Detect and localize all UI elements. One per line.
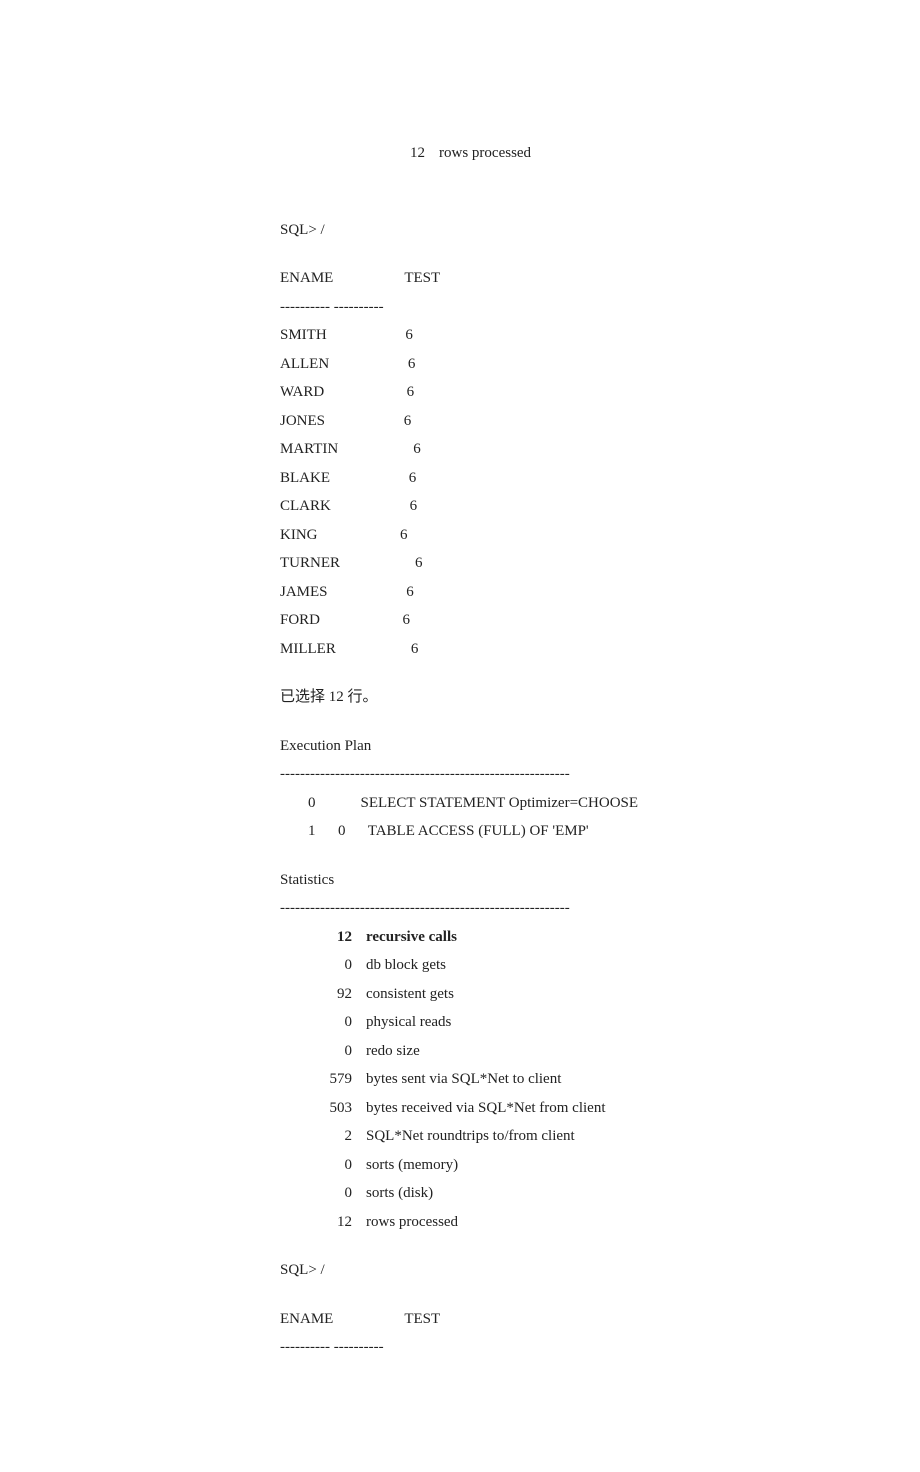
stat-num: 92 bbox=[280, 980, 352, 1009]
table-row: BLAKE 6 bbox=[280, 464, 640, 493]
result-table-2: ENAME TEST ---------- ---------- bbox=[280, 1305, 640, 1362]
col-ename: ENAME bbox=[280, 270, 333, 286]
stat-label: bytes received via SQL*Net from client bbox=[352, 1100, 606, 1116]
stat-label: consistent gets bbox=[352, 986, 454, 1002]
execution-plan-title: Execution Plan bbox=[280, 732, 640, 761]
sql-prompt: SQL> / bbox=[280, 216, 640, 245]
stat-num: 12 bbox=[280, 923, 352, 952]
stat-label: SQL*Net roundtrips to/from client bbox=[352, 1128, 575, 1144]
table-row: KING 6 bbox=[280, 521, 640, 550]
plan-text: TABLE ACCESS (FULL) OF 'EMP' bbox=[368, 823, 589, 839]
page-content: 12rows processed SQL> / ENAME TEST -----… bbox=[0, 0, 920, 1472]
stat-label: redo size bbox=[352, 1043, 420, 1059]
stat-num: 12 bbox=[353, 139, 425, 168]
stat-num: 12 bbox=[280, 1208, 352, 1237]
stat-label: sorts (memory) bbox=[352, 1157, 458, 1173]
stat-num: 503 bbox=[280, 1094, 352, 1123]
table-row: MILLER 6 bbox=[280, 635, 640, 664]
stat-num: 579 bbox=[280, 1065, 352, 1094]
stats-separator: ----------------------------------------… bbox=[280, 894, 640, 923]
stat-label: rows processed bbox=[352, 1214, 458, 1230]
table-row: TURNER 6 bbox=[280, 549, 640, 578]
stat-label: bytes sent via SQL*Net to client bbox=[352, 1071, 561, 1087]
stat-row: 0sorts (disk) bbox=[280, 1179, 640, 1208]
sql-prompt: SQL> / bbox=[280, 1256, 640, 1285]
stat-row: 0sorts (memory) bbox=[280, 1151, 640, 1180]
table-separator: ---------- ---------- bbox=[280, 293, 640, 322]
exec-plan-separator: ----------------------------------------… bbox=[280, 760, 640, 789]
stat-num: 0 bbox=[280, 1008, 352, 1037]
result-table-1: ENAME TEST ---------- ---------- SMITH 6… bbox=[280, 264, 640, 663]
table-separator: ---------- ---------- bbox=[280, 1333, 640, 1362]
plan-text: SELECT STATEMENT Optimizer=CHOOSE bbox=[361, 795, 639, 811]
stat-row: 579bytes sent via SQL*Net to client bbox=[280, 1065, 640, 1094]
stat-label: physical reads bbox=[352, 1014, 451, 1030]
stat-label: recursive calls bbox=[352, 929, 457, 945]
table-row: ALLEN 6 bbox=[280, 350, 640, 379]
table-row: JAMES 6 bbox=[280, 578, 640, 607]
stat-row: 92consistent gets bbox=[280, 980, 640, 1009]
table-header: ENAME TEST bbox=[280, 264, 640, 293]
table-row: MARTIN 6 bbox=[280, 435, 640, 464]
col-test: TEST bbox=[404, 1311, 440, 1327]
statistics-title: Statistics bbox=[280, 866, 640, 895]
stat-row: 12rows processed bbox=[280, 1208, 640, 1237]
table-row: FORD 6 bbox=[280, 606, 640, 635]
stat-row: 0redo size bbox=[280, 1037, 640, 1066]
stat-label: sorts (disk) bbox=[352, 1185, 433, 1201]
rows-selected-msg: 已选择 12 行。 bbox=[280, 683, 640, 712]
exec-plan-row: 1 0 TABLE ACCESS (FULL) OF 'EMP' bbox=[280, 817, 640, 846]
stat-num: 2 bbox=[280, 1122, 352, 1151]
table-row: JONES 6 bbox=[280, 407, 640, 436]
exec-plan-row: 0 SELECT STATEMENT Optimizer=CHOOSE bbox=[280, 789, 640, 818]
stat-row: 12recursive calls bbox=[280, 923, 640, 952]
stat-row: 2SQL*Net roundtrips to/from client bbox=[280, 1122, 640, 1151]
table-header: ENAME TEST bbox=[280, 1305, 640, 1334]
table-row: CLARK 6 bbox=[280, 492, 640, 521]
stat-row: 503bytes received via SQL*Net from clien… bbox=[280, 1094, 640, 1123]
stat-row: 0physical reads bbox=[280, 1008, 640, 1037]
stat-num: 0 bbox=[280, 1037, 352, 1066]
stat-label: rows processed bbox=[425, 145, 531, 161]
stat-label: db block gets bbox=[352, 957, 446, 973]
table-row: SMITH 6 bbox=[280, 321, 640, 350]
col-ename: ENAME bbox=[280, 1311, 333, 1327]
col-test: TEST bbox=[404, 270, 440, 286]
stat-num: 0 bbox=[280, 1179, 352, 1208]
stat-num: 0 bbox=[280, 951, 352, 980]
stat-num: 0 bbox=[280, 1151, 352, 1180]
top-stat-row: 12rows processed bbox=[280, 110, 640, 196]
table-row: WARD 6 bbox=[280, 378, 640, 407]
stat-row: 0db block gets bbox=[280, 951, 640, 980]
